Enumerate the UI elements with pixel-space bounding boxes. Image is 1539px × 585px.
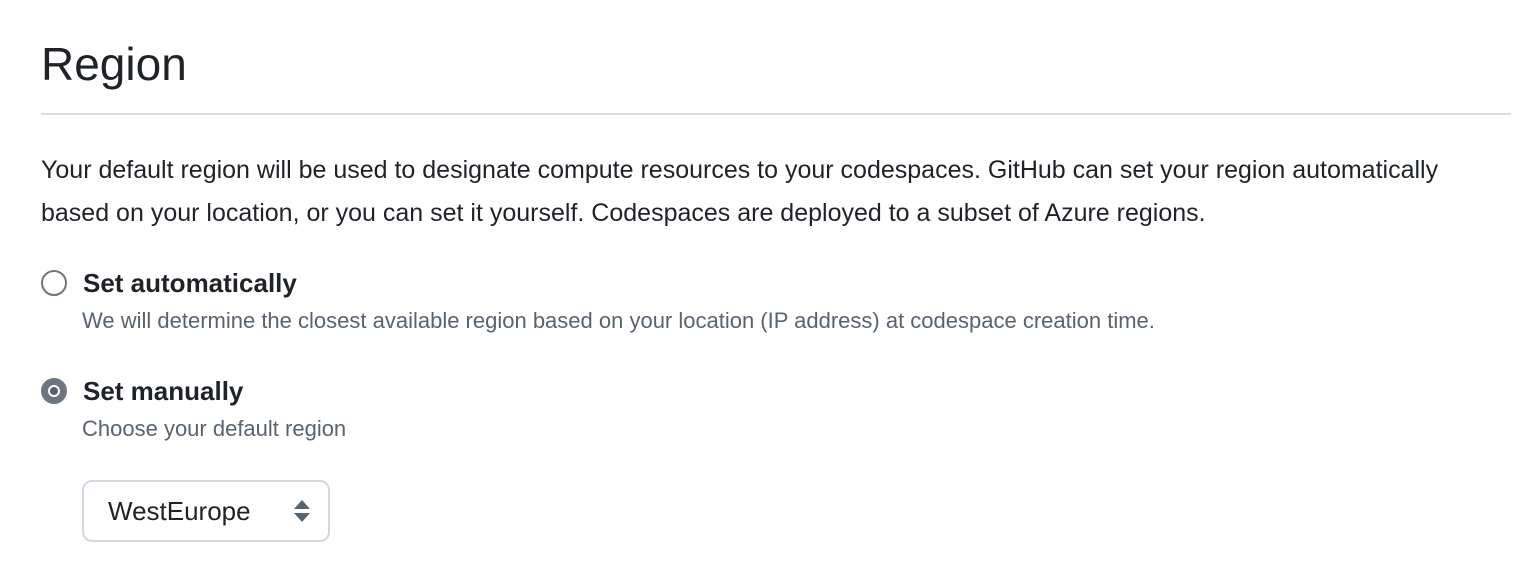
- region-select[interactable]: WestEurope: [82, 480, 330, 542]
- option-set-automatically-row[interactable]: Set automatically: [41, 266, 1341, 300]
- option-set-manually[interactable]: Set manually Choose your default region: [41, 374, 1341, 445]
- option-set-automatically[interactable]: Set automatically We will determine the …: [41, 266, 1341, 337]
- option-set-manually-row[interactable]: Set manually: [41, 374, 1341, 408]
- radio-set-automatically[interactable]: [41, 270, 67, 296]
- section-divider: [41, 113, 1511, 115]
- caret-up-icon: [294, 500, 310, 509]
- section-title: Region: [41, 38, 187, 90]
- select-arrows-icon: [294, 500, 312, 524]
- option-set-automatically-label[interactable]: Set automatically: [83, 266, 297, 300]
- radio-set-manually[interactable]: [41, 378, 67, 404]
- option-set-automatically-note: We will determine the closest available …: [82, 308, 1155, 333]
- option-set-manually-label[interactable]: Set manually: [83, 374, 243, 408]
- section-description: Your default region will be used to desi…: [41, 156, 1439, 227]
- option-set-manually-note: Choose your default region: [82, 416, 347, 441]
- region-select-value: WestEurope: [108, 496, 251, 526]
- caret-down-icon: [294, 513, 310, 522]
